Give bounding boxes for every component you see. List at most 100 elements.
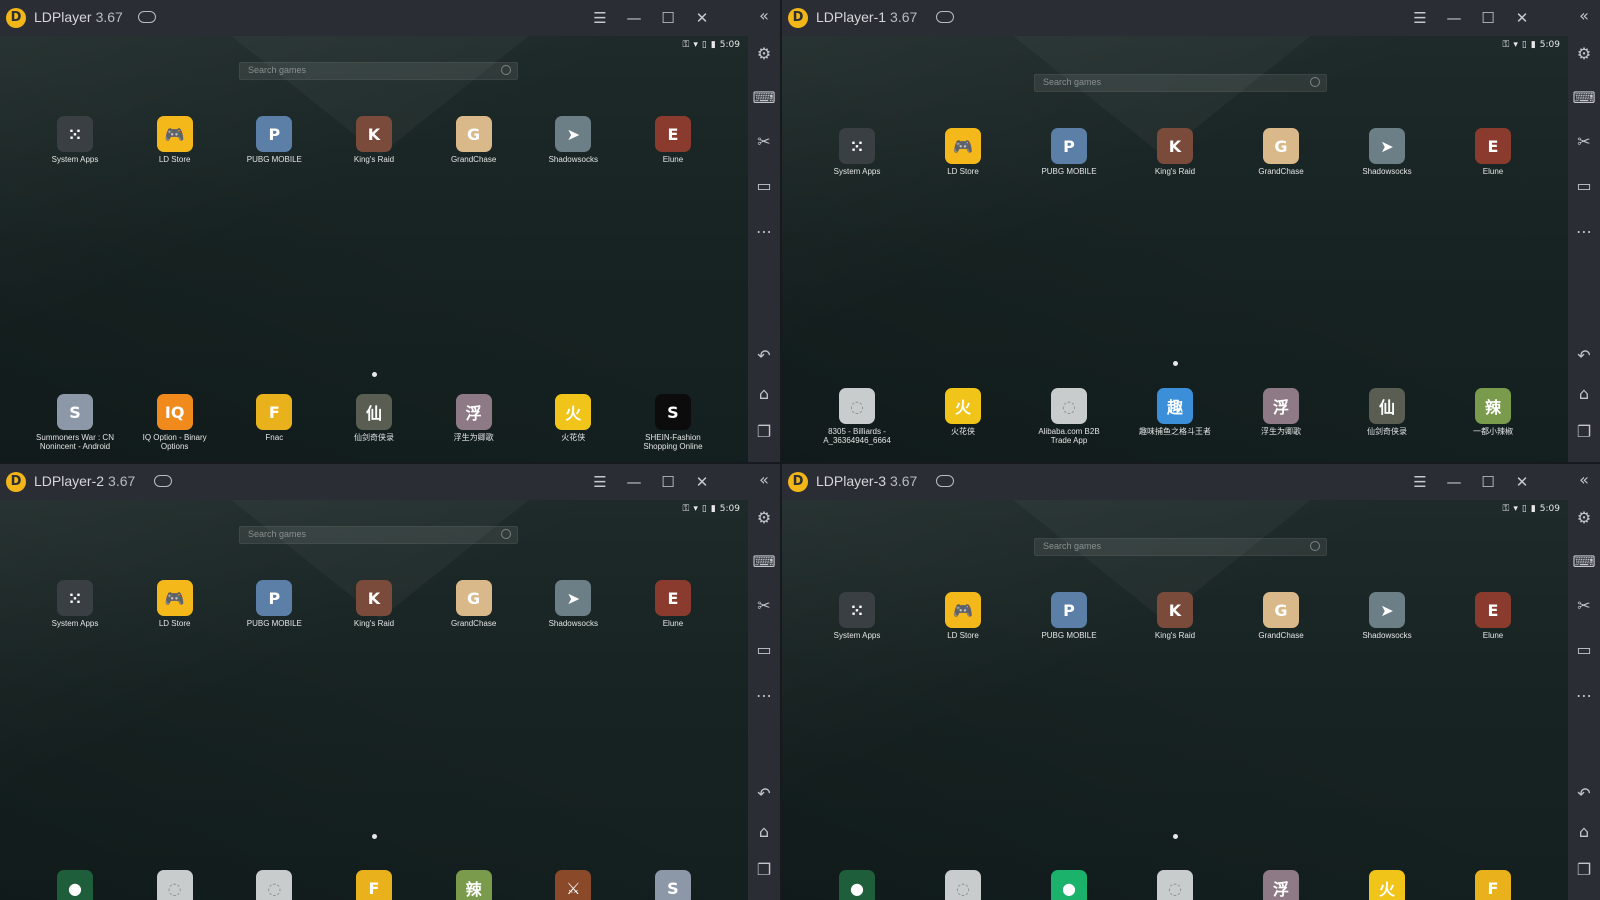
app-shortcut[interactable]: ⁙ System Apps bbox=[36, 116, 114, 164]
minimize-button[interactable]: — bbox=[1442, 470, 1466, 494]
app-shortcut[interactable]: P PUBG MOBILE bbox=[235, 116, 313, 164]
recent-apps-button[interactable]: ❐ bbox=[748, 858, 780, 882]
search-icon[interactable] bbox=[501, 65, 511, 75]
menu-button[interactable]: ☰ bbox=[588, 6, 612, 30]
collapse-button[interactable]: « bbox=[1568, 468, 1600, 492]
search-icon[interactable] bbox=[501, 529, 511, 539]
app-shortcut[interactable]: ● bbox=[818, 870, 896, 900]
app-shortcut[interactable]: G GrandChase bbox=[1242, 128, 1320, 176]
gamepad-icon[interactable] bbox=[936, 475, 954, 487]
app-shortcut[interactable]: K King's Raid bbox=[1136, 592, 1214, 640]
menu-button[interactable]: ☰ bbox=[1408, 470, 1432, 494]
home-button[interactable]: ⌂ bbox=[748, 820, 780, 844]
app-shortcut[interactable]: 浮浮生为卿歌 bbox=[435, 394, 513, 451]
app-shortcut[interactable]: E Elune bbox=[634, 580, 712, 628]
title-bar[interactable]: D LDPlayer-1 3.67 ☰ — ☐ ✕ bbox=[782, 0, 1568, 36]
search-games-input[interactable]: Search games bbox=[239, 62, 518, 80]
app-shortcut[interactable]: 辣一都小辣椒 bbox=[1454, 388, 1532, 445]
home-button[interactable]: ⌂ bbox=[748, 382, 780, 406]
app-shortcut[interactable]: S Summoners War : CN Nonincent - Android bbox=[36, 394, 114, 451]
app-shortcut[interactable]: E Elune bbox=[1454, 128, 1532, 176]
video-record-button[interactable]: ▭ bbox=[748, 174, 780, 198]
app-shortcut[interactable]: K King's Raid bbox=[1136, 128, 1214, 176]
app-shortcut[interactable]: ◌ bbox=[1136, 870, 1214, 900]
app-shortcut[interactable]: ➤ Shadowsocks bbox=[534, 580, 612, 628]
back-button[interactable]: ↶ bbox=[748, 782, 780, 806]
app-shortcut[interactable]: P PUBG MOBILE bbox=[235, 580, 313, 628]
app-shortcut[interactable]: ● bbox=[36, 870, 114, 900]
gamepad-icon[interactable] bbox=[936, 11, 954, 23]
app-shortcut[interactable]: 火火花侠 bbox=[534, 394, 612, 451]
app-shortcut[interactable]: 🎮 LD Store bbox=[924, 592, 1002, 640]
menu-button[interactable]: ☰ bbox=[588, 470, 612, 494]
gamepad-icon[interactable] bbox=[138, 11, 156, 23]
more-button[interactable]: ⋯ bbox=[748, 684, 780, 708]
app-shortcut[interactable]: G GrandChase bbox=[435, 580, 513, 628]
more-button[interactable]: ⋯ bbox=[748, 220, 780, 244]
settings-gear-button[interactable]: ⚙ bbox=[748, 506, 780, 530]
back-button[interactable]: ↶ bbox=[1568, 782, 1600, 806]
app-shortcut[interactable]: 🎮 LD Store bbox=[924, 128, 1002, 176]
app-shortcut[interactable]: ◌ 8305 - Billiards - A_36364946_6664 bbox=[818, 388, 896, 445]
app-shortcut[interactable]: G GrandChase bbox=[435, 116, 513, 164]
home-button[interactable]: ⌂ bbox=[1568, 820, 1600, 844]
recent-apps-button[interactable]: ❐ bbox=[1568, 858, 1600, 882]
app-shortcut[interactable]: ⚔ bbox=[534, 870, 612, 900]
app-shortcut[interactable]: K King's Raid bbox=[335, 580, 413, 628]
maximize-button[interactable]: ☐ bbox=[1476, 470, 1500, 494]
scissors-button[interactable]: ✂ bbox=[1568, 594, 1600, 618]
app-shortcut[interactable]: 仙仙剑奇侠录 bbox=[335, 394, 413, 451]
title-bar[interactable]: D LDPlayer-2 3.67 ☰ — ☐ ✕ bbox=[0, 464, 748, 500]
minimize-button[interactable]: — bbox=[622, 470, 646, 494]
scissors-button[interactable]: ✂ bbox=[1568, 130, 1600, 154]
keyboard-button[interactable]: ⌨ bbox=[748, 550, 780, 574]
app-shortcut[interactable]: ⁙ System Apps bbox=[36, 580, 114, 628]
app-shortcut[interactable]: 浮 bbox=[1242, 870, 1320, 900]
video-record-button[interactable]: ▭ bbox=[1568, 174, 1600, 198]
app-shortcut[interactable]: 火 bbox=[1348, 870, 1426, 900]
maximize-button[interactable]: ☐ bbox=[1476, 6, 1500, 30]
app-shortcut[interactable]: P PUBG MOBILE bbox=[1030, 592, 1108, 640]
settings-gear-button[interactable]: ⚙ bbox=[1568, 506, 1600, 530]
collapse-button[interactable]: « bbox=[1568, 4, 1600, 28]
keyboard-button[interactable]: ⌨ bbox=[1568, 550, 1600, 574]
collapse-button[interactable]: « bbox=[748, 4, 780, 28]
scissors-button[interactable]: ✂ bbox=[748, 130, 780, 154]
title-bar[interactable]: D LDPlayer-3 3.67 ☰ — ☐ ✕ bbox=[782, 464, 1568, 500]
app-shortcut[interactable]: P PUBG MOBILE bbox=[1030, 128, 1108, 176]
app-shortcut[interactable]: ◌ bbox=[136, 870, 214, 900]
app-shortcut[interactable]: S bbox=[634, 870, 712, 900]
app-shortcut[interactable]: E Elune bbox=[634, 116, 712, 164]
app-shortcut[interactable]: F bbox=[1454, 870, 1532, 900]
search-games-input[interactable]: Search games bbox=[1034, 538, 1327, 556]
app-shortcut[interactable]: F bbox=[335, 870, 413, 900]
app-shortcut[interactable]: 🎮 LD Store bbox=[136, 116, 214, 164]
app-shortcut[interactable]: E Elune bbox=[1454, 592, 1532, 640]
collapse-button[interactable]: « bbox=[748, 468, 780, 492]
gamepad-icon[interactable] bbox=[154, 475, 172, 487]
app-shortcut[interactable]: S SHEIN-Fashion Shopping Online bbox=[634, 394, 712, 451]
video-record-button[interactable]: ▭ bbox=[1568, 638, 1600, 662]
app-shortcut[interactable]: ➤ Shadowsocks bbox=[1348, 592, 1426, 640]
search-icon[interactable] bbox=[1310, 77, 1320, 87]
minimize-button[interactable]: — bbox=[1442, 6, 1466, 30]
keyboard-button[interactable]: ⌨ bbox=[1568, 86, 1600, 110]
video-record-button[interactable]: ▭ bbox=[748, 638, 780, 662]
settings-gear-button[interactable]: ⚙ bbox=[1568, 42, 1600, 66]
app-shortcut[interactable]: ● bbox=[1030, 870, 1108, 900]
app-shortcut[interactable]: ➤ Shadowsocks bbox=[534, 116, 612, 164]
app-shortcut[interactable]: 仙仙剑奇侠录 bbox=[1348, 388, 1426, 445]
recent-apps-button[interactable]: ❐ bbox=[1568, 420, 1600, 444]
recent-apps-button[interactable]: ❐ bbox=[748, 420, 780, 444]
maximize-button[interactable]: ☐ bbox=[656, 6, 680, 30]
app-shortcut[interactable]: ⁙ System Apps bbox=[818, 128, 896, 176]
close-button[interactable]: ✕ bbox=[690, 470, 714, 494]
search-icon[interactable] bbox=[1310, 541, 1320, 551]
menu-button[interactable]: ☰ bbox=[1408, 6, 1432, 30]
search-games-input[interactable]: Search games bbox=[239, 526, 518, 544]
app-shortcut[interactable]: G GrandChase bbox=[1242, 592, 1320, 640]
app-shortcut[interactable]: 🎮 LD Store bbox=[136, 580, 214, 628]
settings-gear-button[interactable]: ⚙ bbox=[748, 42, 780, 66]
maximize-button[interactable]: ☐ bbox=[656, 470, 680, 494]
app-shortcut[interactable]: 趣趣味捕鱼之格斗王者 bbox=[1136, 388, 1214, 445]
